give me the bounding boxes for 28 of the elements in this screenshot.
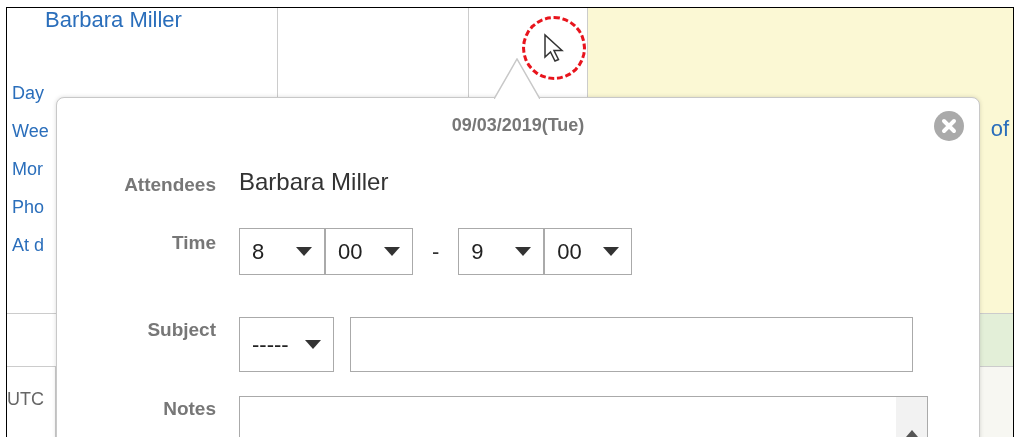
field-label: Attendees xyxy=(123,173,216,197)
popup-date: 09/03/2019(Tue) xyxy=(451,115,585,136)
user-name-link[interactable]: Barbara Miller xyxy=(7,8,182,33)
caret-icon xyxy=(384,247,400,256)
dropdown[interactable]: 00 xyxy=(325,228,413,275)
time-separator: - xyxy=(432,238,440,265)
close-icon[interactable] xyxy=(934,111,964,141)
caret-icon xyxy=(515,247,532,256)
caret-icon xyxy=(296,247,312,256)
dropdown[interactable]: 00 xyxy=(544,228,633,275)
field-label: Notes xyxy=(162,397,216,421)
view-link[interactable]: Mor xyxy=(7,159,43,180)
caret-icon xyxy=(603,247,620,256)
view-link[interactable]: Pho xyxy=(7,197,45,218)
scroll-up-icon[interactable] xyxy=(905,430,918,437)
caret-icon xyxy=(305,340,321,349)
dropdown[interactable]: 8 xyxy=(239,228,325,275)
field-label: Subject xyxy=(146,318,216,342)
view-link[interactable]: At d xyxy=(7,235,45,256)
view-link[interactable]: Wee xyxy=(7,121,49,142)
field-label: Time xyxy=(171,231,216,255)
cursor-icon xyxy=(543,33,565,63)
view-link[interactable]: Day xyxy=(7,83,44,104)
attendee-name: Barbara Miller xyxy=(239,168,389,196)
dropdown[interactable]: 9 xyxy=(458,228,545,275)
dropdown[interactable]: ----- xyxy=(239,317,334,372)
event-link[interactable]: of xyxy=(990,116,1009,142)
subject-input[interactable] xyxy=(350,317,913,372)
